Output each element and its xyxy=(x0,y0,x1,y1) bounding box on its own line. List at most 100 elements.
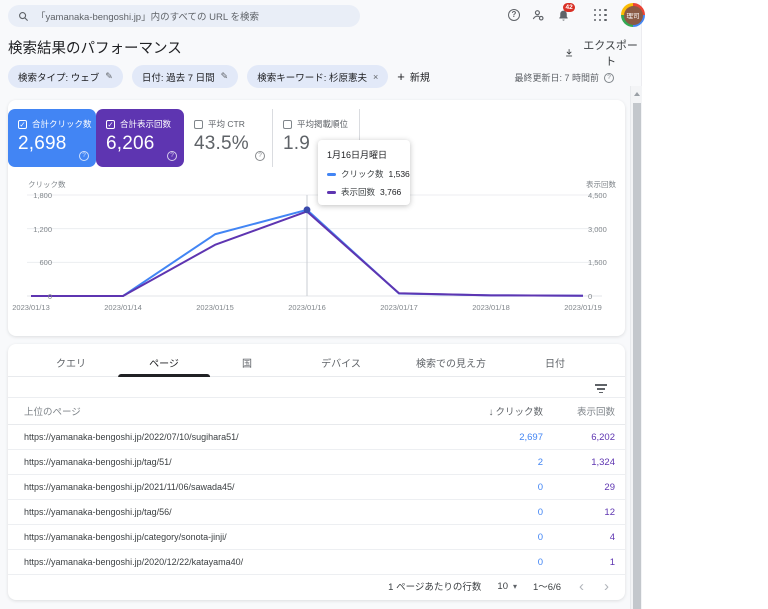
info-icon[interactable]: ? xyxy=(604,72,614,83)
metric-tile[interactable]: ✓ 合計クリック数 2,698? xyxy=(8,109,96,167)
topbar-icons: ? 42 理司 xyxy=(508,3,645,27)
metric-tile[interactable]: ✓ 合計表示回数 6,206? xyxy=(96,109,184,167)
avatar[interactable]: 理司 xyxy=(621,3,645,27)
x-tick: 2023/01/15 xyxy=(196,303,234,312)
clicks-value: 2,697 xyxy=(519,431,543,443)
tooltip-row: クリック数 1,536 xyxy=(327,168,410,180)
search-icon xyxy=(19,11,29,21)
x-tick: 2023/01/19 xyxy=(564,303,602,312)
table-row[interactable]: https://yamanaka-bengoshi.jp/tag/56/0 12 xyxy=(8,500,625,525)
table-filter-row xyxy=(8,377,625,398)
notification-badge: 42 xyxy=(563,3,576,12)
search-input[interactable]: 「yamanaka-bengoshi.jp」内のすべての URL を検索 xyxy=(8,5,360,27)
scrollbar-thumb[interactable] xyxy=(633,103,641,609)
clicks-value: 0 xyxy=(537,506,543,518)
page-title: 検索結果のパフォーマンス xyxy=(8,41,182,57)
screen: 「yamanaka-bengoshi.jp」内のすべての URL を検索 ? 4… xyxy=(0,0,768,609)
checkbox-checked-icon[interactable]: ✓ xyxy=(18,119,27,129)
remove-icon[interactable]: × xyxy=(373,72,378,82)
apps-grid-icon[interactable] xyxy=(594,8,607,22)
clicks-value: 2 xyxy=(537,456,543,468)
filter-chip[interactable]: 検索タイプ: ウェブ ✎ xyxy=(8,65,123,88)
page-url[interactable]: https://yamanaka-bengoshi.jp/category/so… xyxy=(8,532,423,542)
series-swatch xyxy=(327,190,336,194)
tooltip-row: 表示回数 3,766 xyxy=(327,186,401,198)
edit-icon[interactable]: ✎ xyxy=(221,71,229,82)
tab-5[interactable]: 検索での見え方 xyxy=(416,344,486,377)
column-pages[interactable]: 上位のページ xyxy=(8,404,423,418)
metric-tile[interactable]: 平均 CTR 43.5%? xyxy=(184,109,272,167)
sort-desc-icon: ↓ xyxy=(488,407,494,418)
tab-2[interactable]: ページ xyxy=(149,344,179,377)
help-icon[interactable]: ? xyxy=(79,151,89,161)
scroll-up-icon[interactable] xyxy=(634,92,640,96)
filter-bar: 検索タイプ: ウェブ ✎ 日付: 過去 7 日間 ✎ 検索キーワード: 杉原憲夫 × + … xyxy=(8,65,430,88)
x-tick: 2023/01/14 xyxy=(104,303,142,312)
table-header: 上位のページ ↓ クリック数 表示回数 xyxy=(8,398,625,425)
tab-4[interactable]: デバイス xyxy=(321,344,361,377)
add-icon: + xyxy=(397,69,405,84)
performance-card: ✓ 合計クリック数 2,698? ✓ 合計表示回数 6,206? 平均 CTR 43.5%? 平… xyxy=(8,100,625,336)
series-swatch xyxy=(327,172,336,176)
performance-chart: クリック数 表示回数 1,800 1,200 600 0 4,500 3,000 1,500… xyxy=(8,176,625,326)
page-url[interactable]: https://yamanaka-bengoshi.jp/tag/56/ xyxy=(8,507,423,517)
impressions-value: 6,202 xyxy=(591,431,615,443)
filter-icon[interactable] xyxy=(595,382,607,395)
help-icon[interactable]: ? xyxy=(508,9,520,21)
page-url[interactable]: https://yamanaka-bengoshi.jp/2020/12/22/… xyxy=(8,557,423,567)
tab-6[interactable]: 日付 xyxy=(545,344,565,377)
export-button[interactable]: エクスポート xyxy=(564,37,641,69)
chart-tooltip: 1月16日月曜日 クリック数 1,536 表示回数 3,766 xyxy=(318,140,410,205)
help-icon[interactable]: ? xyxy=(167,151,177,161)
last-updated: 最終更新日: 7 時間前 ? xyxy=(514,71,614,84)
tooltip-date: 1月16日月曜日 xyxy=(327,150,388,160)
page-url[interactable]: https://yamanaka-bengoshi.jp/tag/51/ xyxy=(8,457,423,467)
checkbox-checked-icon[interactable]: ✓ xyxy=(106,119,115,129)
column-impressions[interactable]: 表示回数 xyxy=(543,404,615,418)
tab-1[interactable]: クエリ xyxy=(56,344,86,377)
scrollbar[interactable] xyxy=(630,86,642,609)
metric-tiles: ✓ 合計クリック数 2,698? ✓ 合計表示回数 6,206? 平均 CTR 43.5%? 平… xyxy=(8,109,360,167)
metric-label: 合計表示回数 xyxy=(120,119,172,129)
clicks-value: 0 xyxy=(537,556,543,568)
rows-per-page-select[interactable]: 10 ▾ xyxy=(497,581,517,592)
search-placeholder: 「yamanaka-bengoshi.jp」内のすべての URL を検索 xyxy=(36,12,259,23)
metric-label: 平均掲載順位 xyxy=(297,119,349,129)
download-icon xyxy=(566,49,573,57)
x-tick: 2023/01/18 xyxy=(472,303,510,312)
metric-label: 合計クリック数 xyxy=(32,119,92,129)
impressions-value: 1 xyxy=(609,556,615,568)
user-settings-icon[interactable] xyxy=(531,8,545,22)
impressions-value: 1,324 xyxy=(591,456,615,468)
new-filter-button[interactable]: + 新規 xyxy=(397,69,430,84)
impressions-value: 12 xyxy=(604,506,615,518)
column-clicks-sort[interactable]: ↓ クリック数 xyxy=(423,404,543,418)
search-console-app: 「yamanaka-bengoshi.jp」内のすべての URL を検索 ? 4… xyxy=(0,0,645,609)
x-tick: 2023/01/17 xyxy=(380,303,418,312)
dropdown-caret-icon: ▾ xyxy=(512,581,517,591)
x-tick: 2023/01/13 xyxy=(12,303,50,312)
page-url[interactable]: https://yamanaka-bengoshi.jp/2022/07/10/… xyxy=(8,432,423,442)
table-row[interactable]: https://yamanaka-bengoshi.jp/2021/11/06/… xyxy=(8,475,625,500)
table-row[interactable]: https://yamanaka-bengoshi.jp/category/so… xyxy=(8,525,625,550)
tab-3[interactable]: 国 xyxy=(242,344,252,377)
checkbox-unchecked-icon[interactable] xyxy=(194,119,203,129)
prev-page-button[interactable]: ‹ xyxy=(577,579,586,594)
notifications-icon[interactable]: 42 xyxy=(556,3,576,22)
pagination-range: 1～6/6 xyxy=(533,582,561,593)
filter-chip[interactable]: 検索キーワード: 杉原憲夫 × xyxy=(247,65,389,88)
x-tick: 2023/01/16 xyxy=(288,303,326,312)
impressions-value: 29 xyxy=(604,481,615,493)
metric-label: 平均 CTR xyxy=(208,119,245,129)
table-body: https://yamanaka-bengoshi.jp/2022/07/10/… xyxy=(8,425,625,575)
table-row[interactable]: https://yamanaka-bengoshi.jp/tag/51/2 1,3… xyxy=(8,450,625,475)
checkbox-unchecked-icon[interactable] xyxy=(283,119,292,129)
help-icon[interactable]: ? xyxy=(255,151,265,161)
pagination: 1 ページあたりの行数 10 ▾ 1～6/6 ‹ › xyxy=(8,572,625,600)
table-row[interactable]: https://yamanaka-bengoshi.jp/2022/07/10/… xyxy=(8,425,625,450)
edit-icon[interactable]: ✎ xyxy=(105,71,113,82)
page-url[interactable]: https://yamanaka-bengoshi.jp/2021/11/06/… xyxy=(8,482,423,492)
next-page-button[interactable]: › xyxy=(602,579,611,594)
filter-chip[interactable]: 日付: 過去 7 日間 ✎ xyxy=(131,65,239,88)
rows-per-page-label: 1 ページあたりの行数 xyxy=(388,582,482,593)
